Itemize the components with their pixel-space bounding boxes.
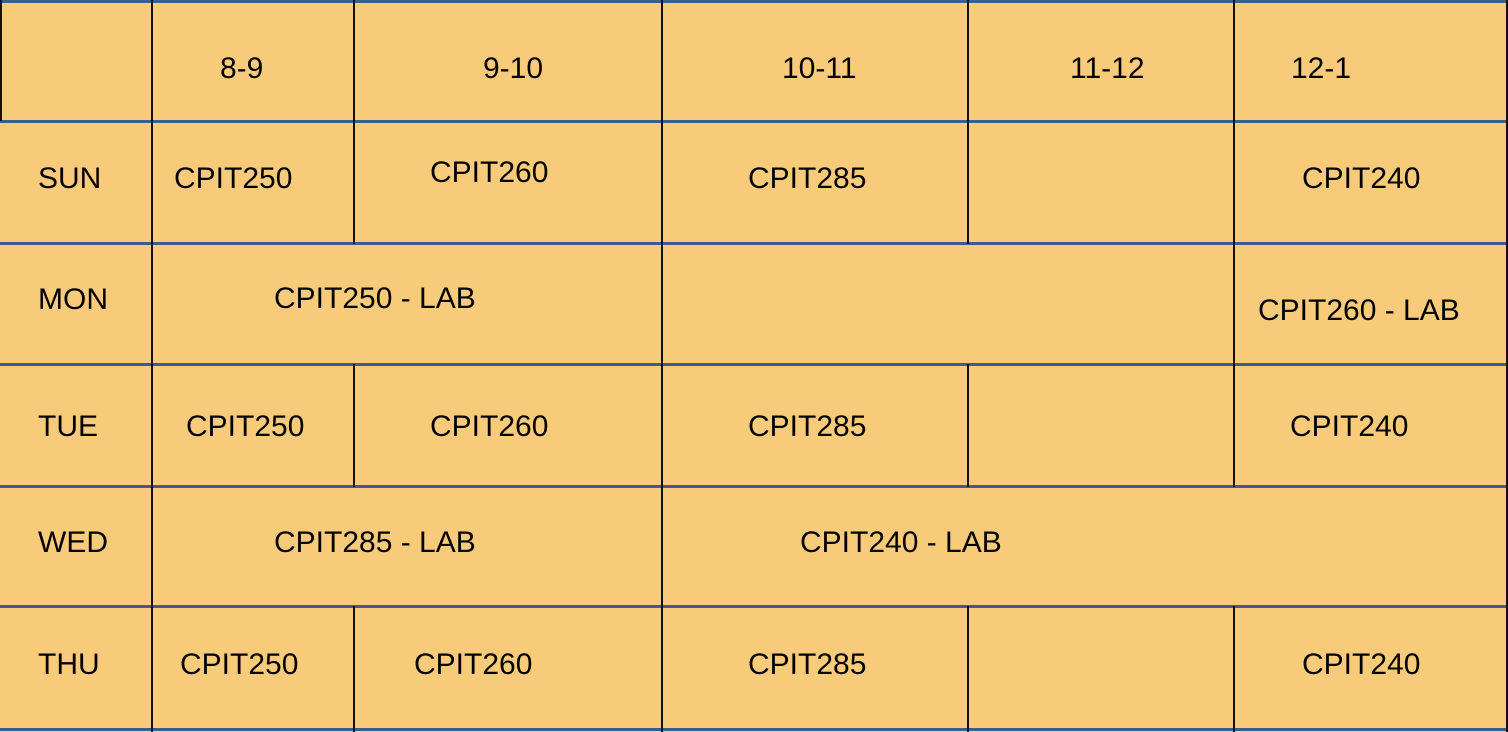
row-divider <box>0 363 1508 366</box>
column-divider <box>353 364 355 487</box>
course-cell: CPIT260 - LAB <box>1258 294 1460 327</box>
course-cell: CPIT240 <box>1302 648 1421 681</box>
course-cell: CPIT250 <box>180 648 299 681</box>
day-label: MON <box>38 283 108 316</box>
column-divider <box>967 364 969 487</box>
row-divider <box>0 605 1508 608</box>
column-divider <box>661 0 663 732</box>
row-divider <box>0 485 1508 488</box>
day-label: SUN <box>38 162 102 195</box>
column-divider <box>967 0 969 244</box>
course-cell: CPIT285 <box>748 648 867 681</box>
course-cell: CPIT240 <box>1290 410 1409 443</box>
timetable: 8-9 9-10 10-11 11-12 12-1 SUN CPIT250 CP… <box>0 0 1508 732</box>
time-slot-header: 10-11 <box>782 52 857 85</box>
column-divider <box>353 0 355 244</box>
column-divider <box>353 606 355 732</box>
table-border-top <box>0 0 1508 3</box>
row-divider <box>0 120 1508 123</box>
course-cell: CPIT250 <box>186 410 305 443</box>
course-cell: CPIT260 <box>430 410 549 443</box>
course-cell: CPIT260 <box>414 648 533 681</box>
column-divider <box>0 0 2 121</box>
course-cell: CPIT240 <box>1302 162 1421 195</box>
course-cell: CPIT285 - LAB <box>274 526 476 559</box>
course-cell: CPIT250 <box>174 162 293 195</box>
time-slot-header: 8-9 <box>220 52 264 85</box>
row-divider <box>0 242 1508 245</box>
column-divider <box>151 0 153 732</box>
course-cell: CPIT260 <box>430 156 549 189</box>
time-slot-header: 9-10 <box>483 52 544 85</box>
day-label: THU <box>38 648 100 681</box>
column-divider <box>1233 0 1235 487</box>
day-label: WED <box>38 526 108 559</box>
table-border-bottom <box>0 728 1508 731</box>
column-divider <box>967 606 969 732</box>
course-cell: CPIT285 <box>748 410 867 443</box>
time-slot-header: 11-12 <box>1070 52 1145 85</box>
day-label: TUE <box>38 410 98 443</box>
course-cell: CPIT285 <box>748 162 867 195</box>
column-divider <box>1233 606 1235 732</box>
course-cell: CPIT250 - LAB <box>274 282 476 315</box>
time-slot-header: 12-1 <box>1291 52 1352 85</box>
course-cell: CPIT240 - LAB <box>800 526 1002 559</box>
